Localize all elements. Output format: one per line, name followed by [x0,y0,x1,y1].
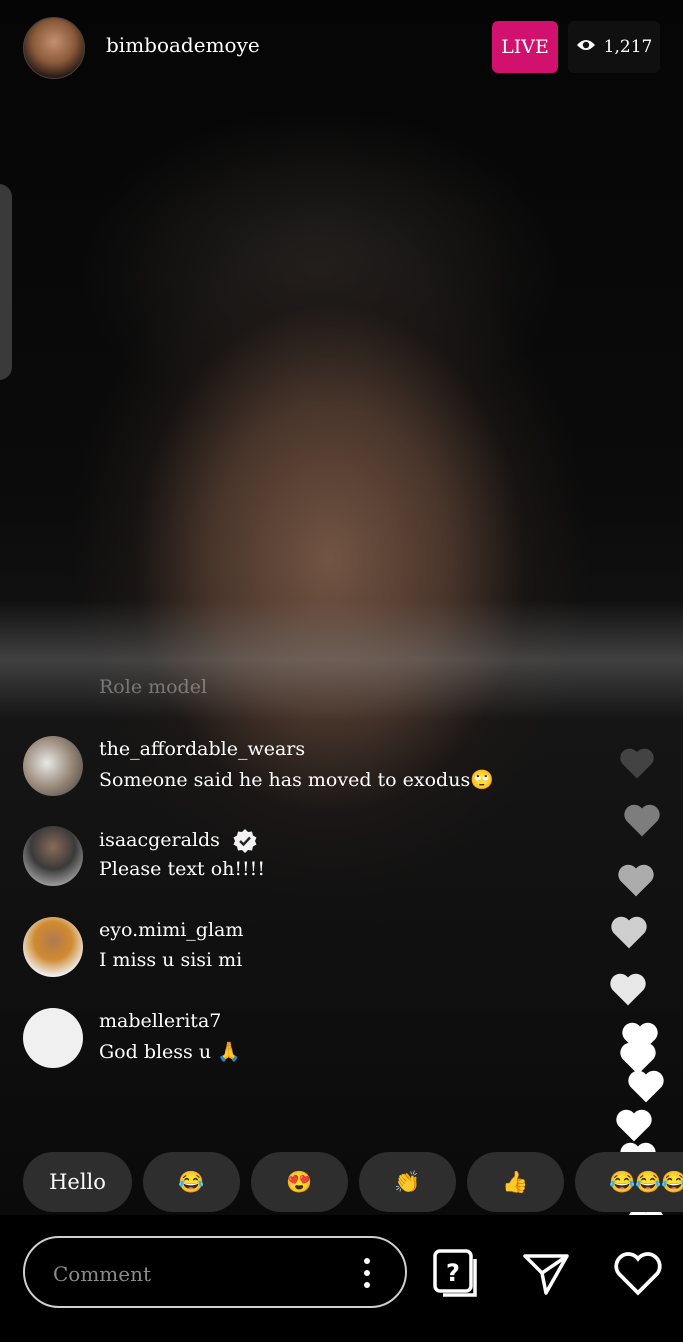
commenter-avatar[interactable] [23,1008,83,1068]
comment-text: God bless u 🙏 [99,1041,241,1063]
more-vertical-icon[interactable] [363,1256,371,1290]
quick-reply-chip[interactable]: 👍 [467,1152,564,1212]
live-badge: LIVE [492,21,558,73]
quick-reply-chip[interactable]: 👏 [359,1152,456,1212]
comment-text: Someone said he has moved to exodus🙄 [99,769,494,791]
floating-heart-icon [628,1070,664,1103]
floating-heart-icon [620,748,654,779]
send-icon[interactable] [522,1252,570,1296]
quick-reply-chip[interactable]: 😂😂😂 [575,1152,683,1212]
commenter-avatar[interactable] [23,917,83,977]
viewer-count-badge[interactable]: 1,217 [568,21,660,73]
comment-text: Please text oh!!!! [99,858,265,880]
heart-icon[interactable] [612,1250,664,1296]
host-avatar[interactable] [23,17,85,79]
viewer-count: 1,217 [603,37,653,57]
commenter-username[interactable]: the_affordable_wears [99,738,305,760]
commenter-avatar[interactable] [23,736,83,796]
comment-item: the_affordable_wears Someone said he has… [23,736,583,806]
comment-placeholder: Comment [53,1262,152,1286]
comment-item: eyo.mimi_glam I miss u sisi mi [23,917,583,987]
floating-heart-icon [611,916,647,949]
video-blur [0,600,683,720]
floating-heart-icon [616,1109,652,1142]
floating-heart-icon [618,864,654,897]
live-header: bimboademoye LIVE 1,217 [0,0,683,100]
quick-reply-chip[interactable]: 😍 [251,1152,348,1212]
commenter-username[interactable]: isaacgeralds [99,829,220,851]
floating-heart-icon [624,804,660,837]
verified-icon [232,828,258,854]
eye-icon [576,37,596,57]
svg-text:?: ? [446,1259,460,1287]
comment-item: isaacgeralds Please text oh!!!! [23,826,583,896]
side-drawer-handle[interactable] [0,184,12,380]
host-username[interactable]: bimboademoye [106,33,260,57]
commenter-username[interactable]: mabellerita7 [99,1010,221,1032]
comment-item: mabellerita7 God bless u 🙏 [23,1008,583,1078]
question-icon[interactable]: ? [433,1249,479,1299]
comment-text: I miss u sisi mi [99,949,243,971]
quick-reply-chip[interactable]: Hello [23,1152,132,1212]
comment-input[interactable]: Comment [23,1236,407,1308]
faded-comment: Role model [99,676,208,698]
floating-heart-icon [610,973,646,1006]
commenter-username[interactable]: eyo.mimi_glam [99,919,243,941]
quick-reply-chip[interactable]: 😂 [143,1152,240,1212]
commenter-avatar[interactable] [23,826,83,886]
commenter-username-row: isaacgeralds [99,828,258,854]
